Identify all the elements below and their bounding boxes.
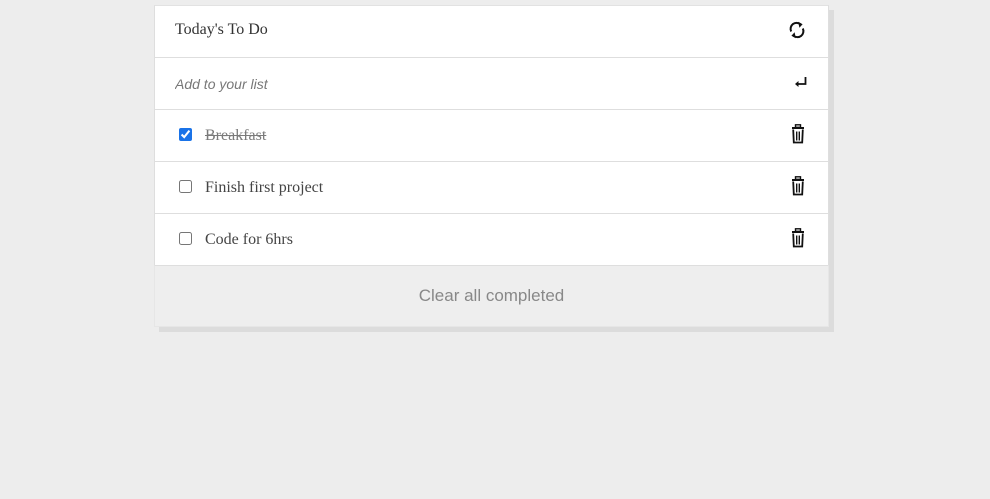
add-item-input[interactable] xyxy=(175,72,775,96)
footer: Clear all completed xyxy=(154,265,829,327)
list-item: Code for 6hrs xyxy=(154,213,829,265)
list-item: Breakfast xyxy=(154,109,829,161)
trash-icon[interactable] xyxy=(790,228,806,248)
item-label: Breakfast xyxy=(205,127,267,144)
trash-icon[interactable] xyxy=(790,124,806,144)
item-label: Code for 6hrs xyxy=(205,231,293,248)
item-checkbox[interactable] xyxy=(179,128,192,141)
item-checkbox[interactable] xyxy=(179,232,192,245)
clear-completed-button[interactable]: Clear all completed xyxy=(419,286,565,306)
trash-icon[interactable] xyxy=(790,176,806,196)
todo-card: Today's To Do Breakfast xyxy=(154,5,829,327)
enter-icon[interactable] xyxy=(794,75,810,91)
refresh-icon[interactable] xyxy=(786,19,808,41)
add-item-row xyxy=(154,57,829,109)
header-row: Today's To Do xyxy=(154,5,829,57)
page-title: Today's To Do xyxy=(175,21,268,38)
item-checkbox[interactable] xyxy=(179,180,192,193)
item-label: Finish first project xyxy=(205,179,324,196)
list-item: Finish first project xyxy=(154,161,829,213)
